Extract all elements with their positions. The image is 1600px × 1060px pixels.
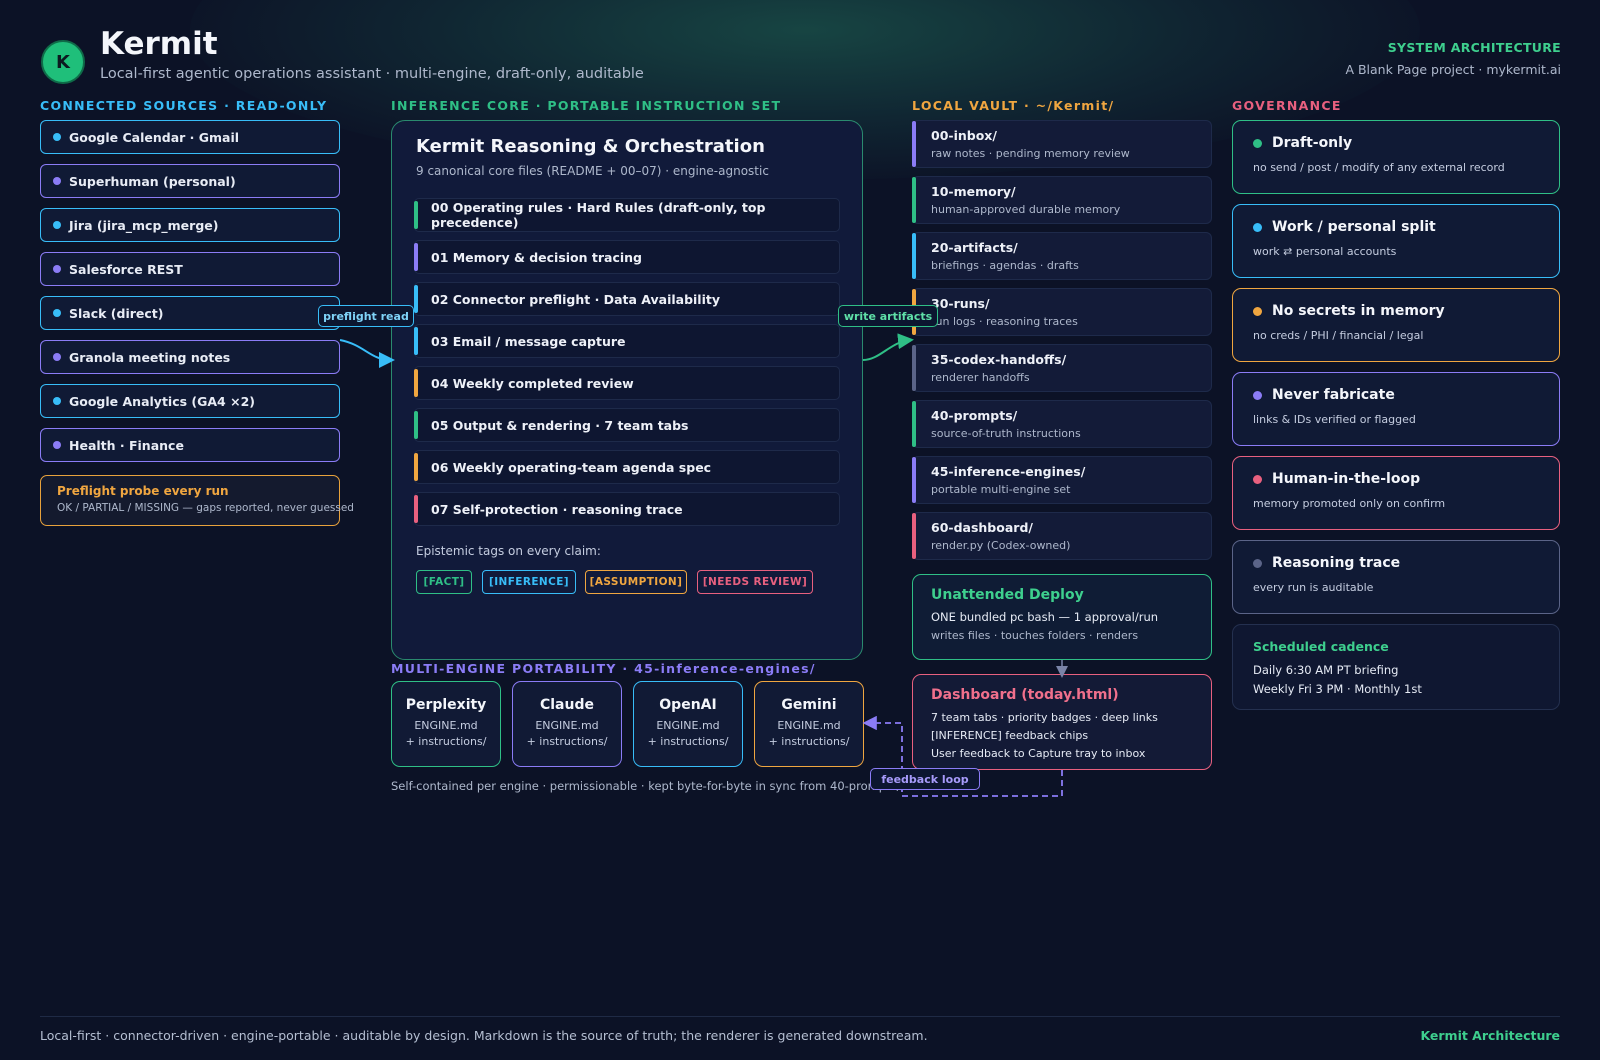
footer-text: Local-first · connector-driven · engine-… [40,1028,928,1043]
footer-divider [40,1016,1560,1017]
connector-arrows [339,333,1068,797]
write-artifacts-arrow [862,333,914,361]
write-artifacts-label: write artifacts [838,305,938,327]
preflight-read-arrow [339,339,395,368]
preflight-read-label: preflight read [318,305,414,327]
footer-brand: Kermit Architecture [1420,1028,1560,1043]
feedback-loop-label: feedback loop [870,768,980,790]
